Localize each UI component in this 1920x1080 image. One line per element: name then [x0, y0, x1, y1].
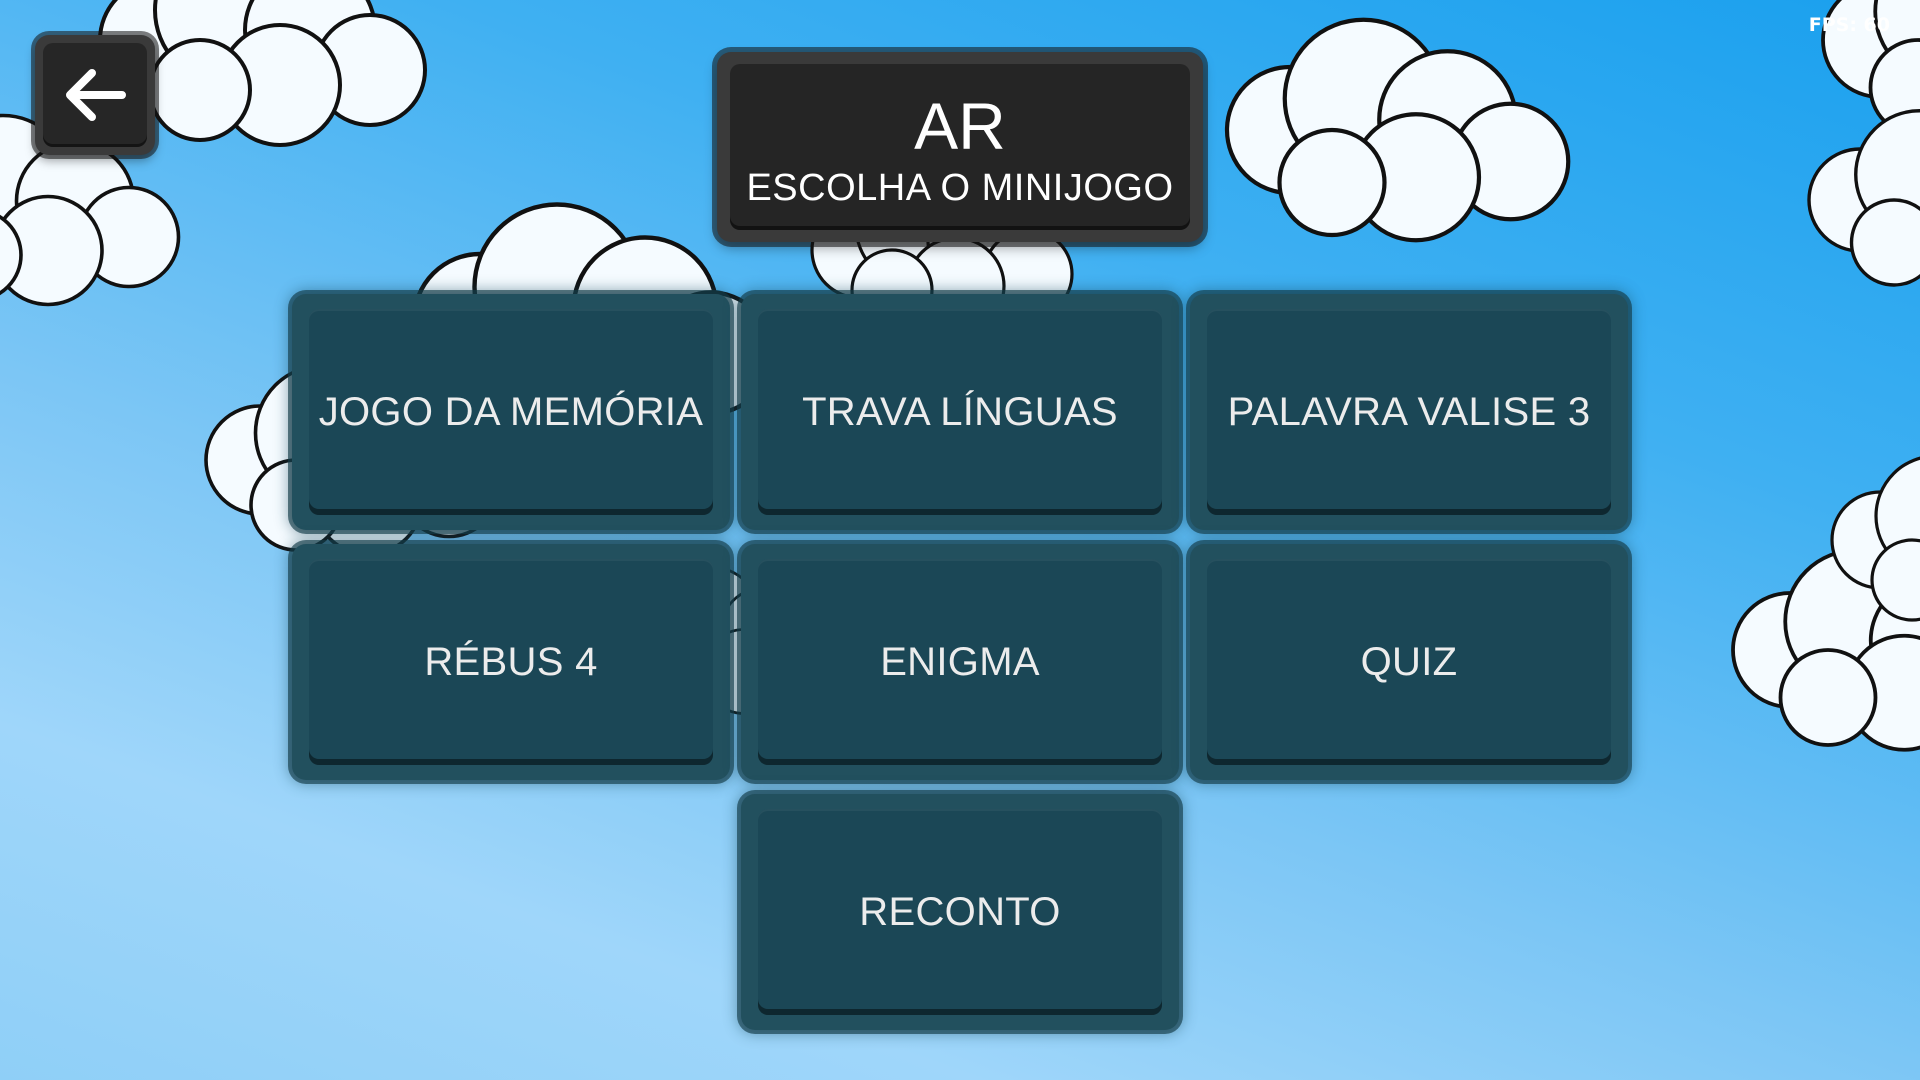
page-title: AR — [914, 89, 1006, 163]
minigame-label[interactable]: ENIGMA — [758, 559, 1162, 765]
fps-counter: FPS: 60 — [1808, 14, 1890, 36]
minigame-label[interactable]: TRAVA LÍNGUAS — [758, 309, 1162, 515]
minigame-label[interactable]: JOGO DA MEMÓRIA — [309, 309, 713, 515]
minigame-button-trava-linguas[interactable]: TRAVA LÍNGUAS — [741, 294, 1179, 530]
minigame-label[interactable]: RECONTO — [758, 809, 1162, 1015]
back-button-face[interactable] — [43, 43, 147, 147]
minigame-button-palavra-valise-3[interactable]: PALAVRA VALISE 3 — [1190, 294, 1628, 530]
header-panel: AR ESCOLHA O MINIJOGO — [717, 52, 1203, 242]
minigame-button-jogo-da-memoria[interactable]: JOGO DA MEMÓRIA — [292, 294, 730, 530]
header-panel-face: AR ESCOLHA O MINIJOGO — [730, 64, 1190, 230]
cloud-right-edge-mid — [1807, 109, 1920, 291]
page-subtitle: ESCOLHA O MINIJOGO — [746, 167, 1174, 209]
minigame-label[interactable]: RÉBUS 4 — [309, 559, 713, 765]
minigame-label[interactable]: QUIZ — [1207, 559, 1611, 765]
minigame-button-quiz[interactable]: QUIZ — [1190, 544, 1628, 780]
minigame-button-rebus-4[interactable]: RÉBUS 4 — [292, 544, 730, 780]
minigame-button-reconto[interactable]: RECONTO — [741, 794, 1179, 1030]
back-button[interactable] — [35, 35, 155, 155]
arrow-left-icon — [66, 69, 126, 121]
minigame-button-enigma[interactable]: ENIGMA — [741, 544, 1179, 780]
cloud-top-right — [1227, 20, 1568, 241]
minigame-label[interactable]: PALAVRA VALISE 3 — [1207, 309, 1611, 515]
